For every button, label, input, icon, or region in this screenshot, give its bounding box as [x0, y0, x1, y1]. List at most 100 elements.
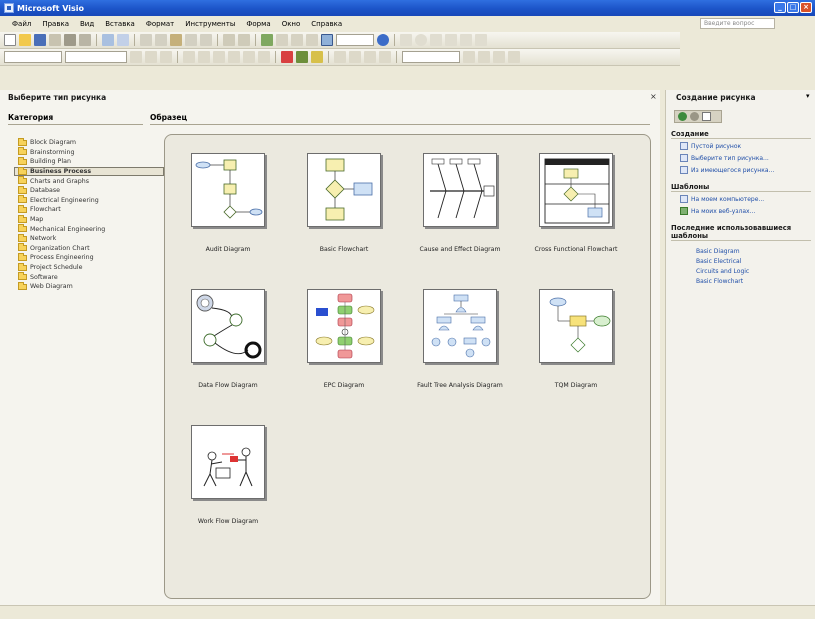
templates-on-my-computer-link[interactable]: На моем компьютере...	[680, 195, 764, 203]
zoom-combo[interactable]	[336, 34, 374, 46]
italic-icon[interactable]	[145, 51, 157, 63]
menu-file[interactable]: Файл	[12, 20, 31, 28]
arc-tool-icon[interactable]	[445, 34, 457, 46]
print-preview-icon[interactable]	[79, 34, 91, 46]
connector-icon[interactable]	[478, 51, 490, 63]
choose-drawing-type-link[interactable]: Выберите тип рисунка...	[680, 154, 769, 162]
pencil-tool-icon[interactable]	[475, 34, 487, 46]
forward-icon[interactable]	[690, 112, 699, 121]
shapes-icon[interactable]	[321, 34, 333, 46]
justify-icon[interactable]	[228, 51, 240, 63]
delete-icon[interactable]	[200, 34, 212, 46]
category-item[interactable]: Flowchart	[18, 204, 158, 215]
template-epc-diagram[interactable]: EPC Diagram	[289, 289, 399, 394]
category-item[interactable]: Brainstorming	[18, 147, 158, 158]
menu-view[interactable]: Вид	[80, 20, 94, 28]
line-tool-icon[interactable]	[430, 34, 442, 46]
fill-color-icon[interactable]	[311, 51, 323, 63]
from-existing-drawing-link[interactable]: Из имеющегося рисунка...	[680, 166, 774, 174]
category-item-selected[interactable]: Business Process	[14, 166, 164, 177]
line-pattern-icon[interactable]	[349, 51, 361, 63]
align-center-icon[interactable]	[198, 51, 210, 63]
spelling-icon[interactable]	[102, 34, 114, 46]
format-painter-icon[interactable]	[185, 34, 197, 46]
maximize-icon[interactable]: □	[787, 2, 799, 13]
redo-icon[interactable]	[238, 34, 250, 46]
indent-icon[interactable]	[258, 51, 270, 63]
menu-edit[interactable]: Правка	[42, 20, 69, 28]
bullets-icon[interactable]	[243, 51, 255, 63]
category-item[interactable]: Database	[18, 185, 158, 196]
category-item[interactable]: Electrical Engineering	[18, 195, 158, 206]
category-item[interactable]: Mechanical Engineering	[18, 224, 158, 234]
recent-template-link[interactable]: Basic Electrical	[696, 258, 741, 265]
ellipse-tool-icon[interactable]	[415, 34, 427, 46]
theme-combo[interactable]	[402, 51, 460, 63]
text-tool-icon[interactable]	[306, 34, 318, 46]
menu-shape[interactable]: Форма	[246, 20, 270, 28]
permission-icon[interactable]	[49, 34, 61, 46]
category-item[interactable]: Block Diagram	[18, 137, 158, 148]
menu-tools[interactable]: Инструменты	[185, 20, 235, 28]
menu-format[interactable]: Формат	[146, 20, 174, 28]
position-icon[interactable]	[493, 51, 505, 63]
freeform-tool-icon[interactable]	[460, 34, 472, 46]
undo-icon[interactable]	[223, 34, 235, 46]
category-item[interactable]: Web Diagram	[18, 281, 158, 292]
shadow-color-icon[interactable]	[379, 51, 391, 63]
cut-icon[interactable]	[140, 34, 152, 46]
close-icon[interactable]: ×	[800, 2, 812, 13]
pointer-tool-icon[interactable]	[276, 34, 288, 46]
research-icon[interactable]	[117, 34, 129, 46]
save-icon[interactable]	[34, 34, 46, 46]
underline-icon[interactable]	[160, 51, 172, 63]
category-item[interactable]: Charts and Graphs	[18, 176, 158, 186]
print-icon[interactable]	[64, 34, 76, 46]
template-tqm-diagram[interactable]: TQM Diagram	[521, 289, 631, 394]
align-right-icon[interactable]	[213, 51, 225, 63]
template-work-flow-diagram[interactable]: Work Flow Diagram	[173, 425, 283, 530]
help-icon[interactable]	[377, 34, 389, 46]
layer-icon[interactable]	[463, 51, 475, 63]
template-basic-flowchart[interactable]: Basic Flowchart	[289, 153, 399, 258]
template-audit-diagram[interactable]: Audit Diagram	[173, 153, 283, 258]
template-cross-functional-flowchart[interactable]: Cross Functional Flowchart	[521, 153, 631, 258]
minimize-icon[interactable]: _	[774, 2, 786, 13]
font-combo[interactable]	[65, 51, 127, 63]
line-weight-icon[interactable]	[334, 51, 346, 63]
category-item[interactable]: Map	[18, 214, 158, 225]
copy-icon[interactable]	[155, 34, 167, 46]
bold-icon[interactable]	[130, 51, 142, 63]
menu-window[interactable]: Окно	[282, 20, 301, 28]
recent-template-link[interactable]: Circuits and Logic	[696, 268, 749, 275]
category-item[interactable]: Organization Chart	[18, 243, 158, 254]
home-icon[interactable]	[702, 112, 711, 121]
new-icon[interactable]	[4, 34, 16, 46]
template-cause-and-effect-diagram[interactable]: Cause and Effect Diagram	[405, 153, 515, 258]
recent-template-link[interactable]: Basic Flowchart	[696, 278, 743, 285]
pane-close-icon[interactable]: ×	[650, 92, 657, 101]
open-icon[interactable]	[19, 34, 31, 46]
template-data-flow-diagram[interactable]: Data Flow Diagram	[173, 289, 283, 394]
category-item[interactable]: Project Schedule	[18, 262, 158, 273]
menu-help[interactable]: Справка	[311, 20, 342, 28]
align-left-icon[interactable]	[183, 51, 195, 63]
paste-icon[interactable]	[170, 34, 182, 46]
line-color-icon[interactable]	[296, 51, 308, 63]
template-fault-tree-analysis-diagram[interactable]: Fault Tree Analysis Diagram	[405, 289, 515, 394]
hyperlink-icon[interactable]	[261, 34, 273, 46]
help-question-input[interactable]: Введите вопрос	[700, 18, 775, 29]
line-ends-icon[interactable]	[364, 51, 376, 63]
category-item[interactable]: Process Engineering	[18, 252, 158, 263]
task-pane-dropdown-icon[interactable]: ▾	[806, 92, 810, 100]
recent-template-link[interactable]: Basic Diagram	[696, 248, 740, 255]
category-item[interactable]: Building Plan	[18, 156, 158, 167]
font-color-icon[interactable]	[281, 51, 293, 63]
category-item[interactable]: Software	[18, 272, 158, 282]
blank-drawing-link[interactable]: Пустой рисунок	[680, 142, 741, 150]
templates-on-my-web-sites-link[interactable]: На моих веб-узлах...	[680, 207, 755, 215]
connector-tool-icon[interactable]	[291, 34, 303, 46]
group-icon[interactable]	[508, 51, 520, 63]
category-item[interactable]: Network	[18, 233, 158, 244]
back-icon[interactable]	[678, 112, 687, 121]
